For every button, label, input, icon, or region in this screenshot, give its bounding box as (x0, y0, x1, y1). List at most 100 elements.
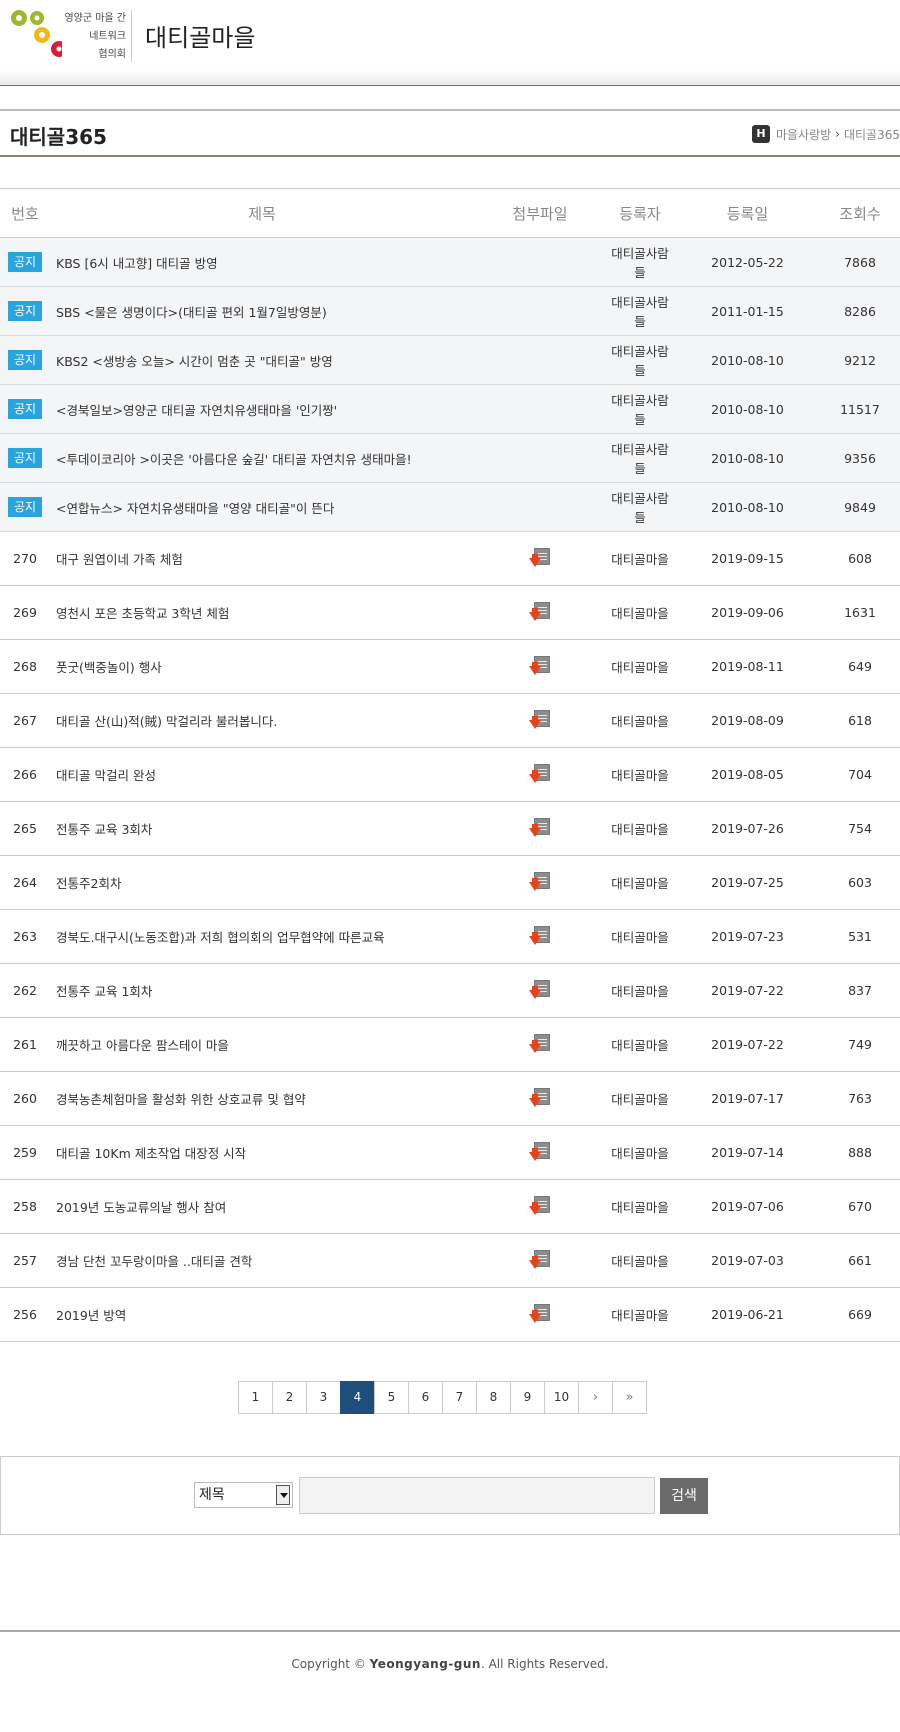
attachment-cell (475, 531, 605, 586)
date-cell: 2019-07-03 (675, 1233, 820, 1288)
notice-title-link[interactable]: <경북일보>영양군 대티골 자연치유생태마을 '인기짱' (50, 384, 475, 434)
logo-text: 영양군 마을 간 네트워크 협의회 (60, 10, 126, 64)
next-page-icon[interactable]: › (578, 1381, 613, 1414)
attachment-download-icon[interactable] (529, 817, 551, 840)
post-title-link[interactable]: 2019년 방역 (50, 1287, 475, 1342)
views-cell: 670 (820, 1179, 900, 1234)
page-link-7[interactable]: 7 (442, 1381, 477, 1414)
attachment-download-icon[interactable] (529, 871, 551, 894)
breadcrumb-item-1[interactable]: 마을사랑방 (776, 126, 831, 143)
attachment-download-icon[interactable] (529, 709, 551, 732)
post-title-link[interactable]: 대티골 10Km 제초작업 대장정 시작 (50, 1125, 475, 1180)
date-cell: 2010-08-10 (675, 433, 820, 483)
page-link-3[interactable]: 3 (306, 1381, 341, 1414)
author-cell: 대티골마을 (605, 693, 675, 748)
attachment-download-icon[interactable] (529, 763, 551, 786)
chevron-down-icon[interactable] (276, 1485, 290, 1505)
table-row: 270 대구 원엽이네 가족 체험 대티골마을 2019-09-15 608 (0, 531, 900, 586)
author-cell: 대티골마을 (605, 1287, 675, 1342)
author-cell: 대티골마을 (605, 855, 675, 910)
page-link-1[interactable]: 1 (238, 1381, 273, 1414)
page-link-8[interactable]: 8 (476, 1381, 511, 1414)
post-number-cell: 256 (0, 1287, 50, 1342)
site-logo[interactable]: 영양군 마을 간 네트워크 협의회 (10, 8, 126, 64)
column-header-number: 번호 (0, 188, 50, 238)
attachment-download-icon[interactable] (529, 979, 551, 1002)
attachment-cell (475, 237, 605, 287)
attachment-download-icon[interactable] (529, 547, 551, 570)
page-link-5[interactable]: 5 (374, 1381, 409, 1414)
last-page-icon[interactable]: » (612, 1381, 647, 1414)
attachment-download-icon[interactable] (529, 601, 551, 624)
notice-title-link[interactable]: <연합뉴스> 자연치유생태마을 "영양 대티골"이 뜬다 (50, 482, 475, 532)
notice-number-cell: 공지 (0, 433, 50, 483)
site-title[interactable]: 대티골마을 (145, 18, 255, 53)
views-cell: 837 (820, 963, 900, 1018)
attachment-download-icon[interactable] (529, 1303, 551, 1326)
attachment-cell (475, 693, 605, 748)
attachment-cell (475, 963, 605, 1018)
table-row: 265 전통주 교육 3회차 대티골마을 2019-07-26 754 (0, 801, 900, 856)
attachment-cell (475, 1017, 605, 1072)
post-number-cell: 257 (0, 1233, 50, 1288)
table-header-row: 번호 제목 첨부파일 등록자 등록일 조회수 (0, 188, 900, 238)
post-title-link[interactable]: 대구 원엽이네 가족 체험 (50, 531, 475, 586)
date-cell: 2019-07-25 (675, 855, 820, 910)
date-cell: 2019-07-23 (675, 909, 820, 964)
post-title-link[interactable]: 풋굿(백중놀이) 행사 (50, 639, 475, 694)
breadcrumb-item-2[interactable]: 대티골365 (844, 126, 900, 143)
page-link-9[interactable]: 9 (510, 1381, 545, 1414)
author-cell: 대티골마을 (605, 1125, 675, 1180)
post-title-link[interactable]: 영천시 포은 초등학교 3학년 체험 (50, 585, 475, 640)
notice-title-link[interactable]: SBS <물은 생명이다>(대티골 편외 1월7일방영분) (50, 286, 475, 336)
page-link-2[interactable]: 2 (272, 1381, 307, 1414)
search-input[interactable] (299, 1477, 655, 1514)
date-cell: 2019-07-26 (675, 801, 820, 856)
attachment-cell (475, 801, 605, 856)
post-title-link[interactable]: 경남 단천 꼬두랑이마을 ..대티골 견학 (50, 1233, 475, 1288)
attachment-download-icon[interactable] (529, 1249, 551, 1272)
post-title-link[interactable]: 전통주 교육 1회차 (50, 963, 475, 1018)
author-cell: 대티골마을 (605, 531, 675, 586)
attachment-download-icon[interactable] (529, 1195, 551, 1218)
post-title-link[interactable]: 경북도.대구시(노동조합)과 저희 협의회의 업무협약에 따른교육 (50, 909, 475, 964)
post-title-link[interactable]: 경북농촌체험마을 활성화 위한 상호교류 및 협약 (50, 1071, 475, 1126)
post-title-link[interactable]: 2019년 도농교류의날 행사 참여 (50, 1179, 475, 1234)
page-link-10[interactable]: 10 (544, 1381, 579, 1414)
search-button[interactable]: 검색 (660, 1478, 708, 1514)
logo-divider (131, 10, 132, 62)
search-field-select[interactable]: 제목 (194, 1482, 293, 1508)
date-cell: 2010-08-10 (675, 335, 820, 385)
date-cell: 2019-07-17 (675, 1071, 820, 1126)
author-cell: 대티골마을 (605, 801, 675, 856)
notice-badge: 공지 (7, 350, 43, 370)
post-title-link[interactable]: 대티골 막걸리 완성 (50, 747, 475, 802)
post-title-link[interactable]: 깨끗하고 아름다운 팜스테이 마을 (50, 1017, 475, 1072)
page-link-4[interactable]: 4 (340, 1381, 375, 1414)
table-row: 257 경남 단천 꼬두랑이마을 ..대티골 견학 대티골마을 2019-07-03 6… (0, 1233, 900, 1288)
table-row: 262 전통주 교육 1회차 대티골마을 2019-07-22 837 (0, 963, 900, 1018)
attachment-download-icon[interactable] (529, 1033, 551, 1056)
page-link-6[interactable]: 6 (408, 1381, 443, 1414)
notice-title-link[interactable]: KBS [6시 내고향] 대티골 방영 (50, 237, 475, 287)
post-title-link[interactable]: 전통주2회차 (50, 855, 475, 910)
date-cell: 2019-06-21 (675, 1287, 820, 1342)
notice-number-cell: 공지 (0, 237, 50, 287)
post-number-cell: 270 (0, 531, 50, 586)
table-row: 256 2019년 방역 대티골마을 2019-06-21 669 (0, 1287, 900, 1342)
views-cell: 9356 (820, 433, 900, 483)
notice-title-link[interactable]: <투데이코리아 >이곳은 '아름다운 숲길' 대티골 자연치유 생태마을! (50, 433, 475, 483)
copyright-suffix: . All Rights Reserved. (480, 1657, 609, 1671)
attachment-download-icon[interactable] (529, 1087, 551, 1110)
attachment-download-icon[interactable] (529, 1141, 551, 1164)
notice-row: 공지 KBS [6시 내고향] 대티골 방영 대티골사람들 2012-05-22 786… (0, 237, 900, 287)
post-title-link[interactable]: 대티골 산(山)적(賊) 막걸리라 불러봅니다. (50, 693, 475, 748)
table-row: 264 전통주2회차 대티골마을 2019-07-25 603 (0, 855, 900, 910)
attachment-download-icon[interactable] (529, 925, 551, 948)
home-icon[interactable]: H (751, 125, 770, 143)
attachment-download-icon[interactable] (529, 655, 551, 678)
notice-title-link[interactable]: KBS2 <생방송 오늘> 시간이 멈춘 곳 "대티골" 방영 (50, 335, 475, 385)
table-row: 267 대티골 산(山)적(賊) 막걸리라 불러봅니다. 대티골마을 2019-08-… (0, 693, 900, 748)
post-title-link[interactable]: 전통주 교육 3회차 (50, 801, 475, 856)
notice-number-cell: 공지 (0, 384, 50, 434)
